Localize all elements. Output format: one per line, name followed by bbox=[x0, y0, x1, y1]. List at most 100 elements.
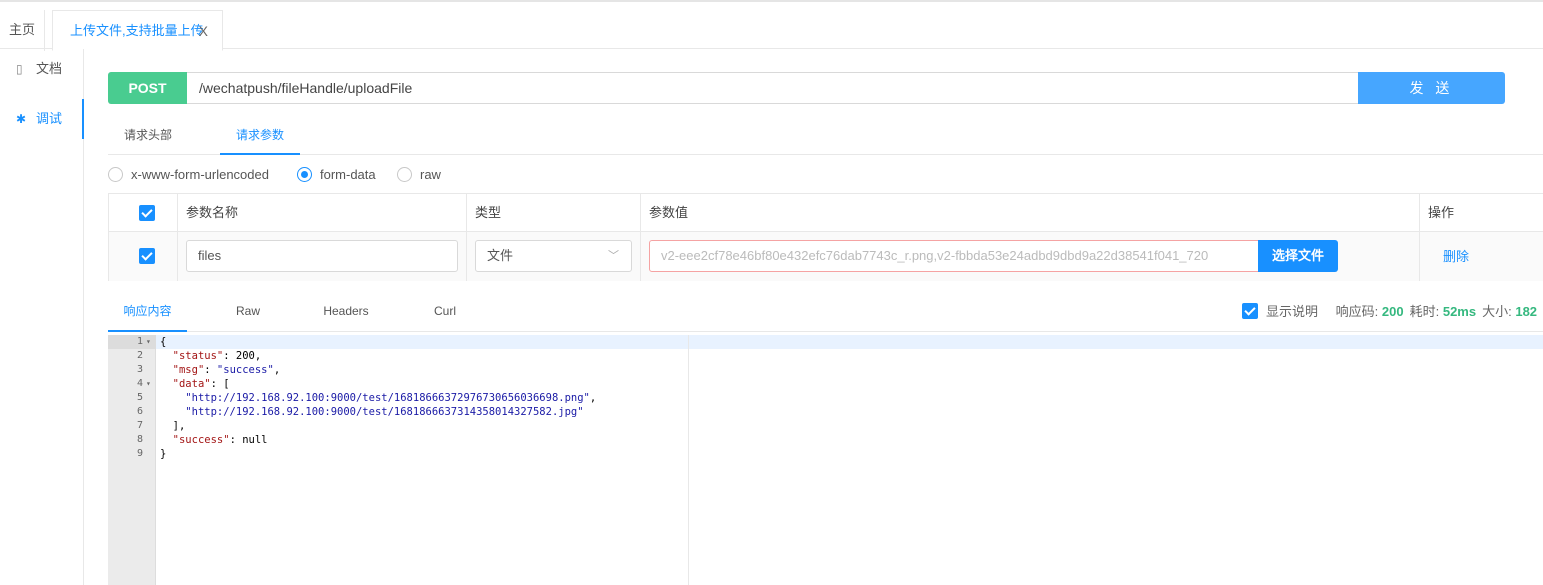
response-code-editor[interactable]: 1 ▾ { 2 "status": 200, 3 "msg": "success… bbox=[108, 335, 1543, 585]
tab-upload-file-label: 上传文件,支持批量上传 bbox=[70, 23, 204, 38]
response-size-value: 182 bbox=[1515, 304, 1538, 319]
choose-file-button[interactable]: 选择文件 bbox=[1258, 240, 1338, 272]
json-value: : null bbox=[229, 434, 268, 446]
json-value: : 200, bbox=[223, 350, 262, 362]
json-tail: , bbox=[589, 392, 597, 404]
radio-raw[interactable]: raw bbox=[397, 165, 441, 185]
json-key: "data" bbox=[172, 378, 211, 390]
response-tabs: 响应内容 Raw Headers Curl 显示说明 响应码: 200 耗时: 5… bbox=[108, 292, 1543, 332]
json-string: "http://192.168.92.100:9000/test/1681866… bbox=[185, 406, 584, 418]
radio-label: raw bbox=[420, 167, 441, 182]
response-meta: 显示说明 响应码: 200 耗时: 52ms 大小: 182 bbox=[1242, 292, 1543, 332]
tab-response-headers[interactable]: Headers bbox=[313, 292, 379, 332]
fold-toggle-icon[interactable]: ▾ bbox=[146, 377, 151, 391]
code-line: "success": null bbox=[160, 433, 268, 447]
code-line: "data": [ bbox=[160, 377, 230, 391]
code-line: { bbox=[160, 335, 166, 349]
tab-response-content[interactable]: 响应内容 bbox=[108, 292, 187, 332]
row-checkbox[interactable] bbox=[139, 248, 155, 264]
json-key: "success" bbox=[172, 434, 230, 446]
json-string: "http://192.168.92.100:9000/test/1681866… bbox=[185, 392, 590, 404]
code-text: { bbox=[160, 336, 167, 348]
editor-print-margin bbox=[688, 335, 689, 585]
tab-request-headers[interactable]: 请求头部 bbox=[108, 116, 188, 155]
column-header-value: 参数值 bbox=[649, 205, 689, 220]
radio-label: form-data bbox=[320, 167, 376, 182]
json-key: "msg" bbox=[172, 364, 205, 376]
column-header-param-name: 参数名称 bbox=[186, 205, 239, 220]
show-description-checkbox[interactable] bbox=[1242, 303, 1258, 319]
url-input[interactable]: /wechatpush/fileHandle/uploadFile bbox=[187, 72, 1359, 104]
code-line: "http://192.168.92.100:9000/test/1681866… bbox=[160, 391, 596, 405]
line-number: 7 bbox=[136, 420, 143, 431]
sidebar-item-docs[interactable]: ▯ 文档 bbox=[0, 49, 84, 89]
fold-toggle-icon[interactable]: ▾ bbox=[146, 335, 151, 349]
response-code-label: 响应码: bbox=[1335, 304, 1379, 319]
code-line: ], bbox=[160, 419, 186, 433]
json-key: "status" bbox=[172, 350, 224, 362]
line-number: 5 bbox=[136, 392, 143, 403]
json-sep: : bbox=[204, 364, 217, 376]
code-line: "http://192.168.92.100:9000/test/1681866… bbox=[160, 405, 584, 419]
code-text: ], bbox=[160, 420, 186, 432]
json-tail: , bbox=[273, 364, 281, 376]
radio-form-data[interactable]: form-data bbox=[297, 165, 376, 185]
params-table: 参数名称 类型 参数值 操作 files 文件 ﹀ v2-eee2cf78e46b… bbox=[108, 193, 1543, 281]
radio-circle-selected bbox=[297, 167, 312, 182]
response-time-value: 52ms bbox=[1442, 304, 1477, 319]
response-time-label: 耗时: bbox=[1409, 304, 1440, 319]
code-line: "msg": "success", bbox=[160, 363, 281, 377]
show-description-label: 显示说明 bbox=[1266, 304, 1319, 319]
column-divider bbox=[177, 194, 178, 281]
code-line: } bbox=[160, 447, 166, 461]
column-divider bbox=[640, 194, 641, 281]
param-type-value: 文件 bbox=[487, 248, 514, 263]
close-icon[interactable]: X bbox=[199, 11, 208, 51]
sidebar: ▯ 文档 ✱ 调试 bbox=[0, 49, 84, 585]
line-number: 2 bbox=[136, 350, 143, 361]
sidebar-item-label: 调试 bbox=[36, 111, 63, 126]
tab-response-raw[interactable]: Raw bbox=[218, 292, 278, 332]
delete-row-link[interactable]: 删除 bbox=[1443, 232, 1469, 281]
response-size-label: 大小: bbox=[1482, 304, 1512, 319]
radio-circle bbox=[108, 167, 123, 182]
bug-icon: ✱ bbox=[16, 112, 27, 126]
param-name-input[interactable]: files bbox=[186, 240, 458, 272]
code-line: "status": 200, bbox=[160, 349, 262, 363]
tab-upload-file[interactable]: 上传文件,支持批量上传 X bbox=[52, 10, 223, 51]
chevron-down-icon: ﹀ bbox=[608, 250, 619, 262]
request-tabs: 请求头部 请求参数 bbox=[108, 116, 1543, 155]
radio-circle bbox=[397, 167, 412, 182]
params-table-header: 参数名称 类型 参数值 操作 bbox=[109, 194, 1543, 232]
radio-x-www-form-urlencoded[interactable]: x-www-form-urlencoded bbox=[108, 165, 269, 185]
http-method-badge: POST bbox=[108, 72, 187, 104]
radio-label: x-www-form-urlencoded bbox=[131, 167, 269, 182]
param-type-select[interactable]: 文件 ﹀ bbox=[475, 240, 632, 272]
json-string: "success" bbox=[216, 364, 274, 376]
column-header-type: 类型 bbox=[475, 205, 502, 220]
column-divider bbox=[466, 194, 467, 281]
line-number: 6 bbox=[136, 406, 143, 417]
param-value-input[interactable]: v2-eee2cf78e46bf80e432efc76dab7743c_r.pn… bbox=[649, 240, 1261, 272]
line-number: 3 bbox=[136, 364, 143, 375]
request-url-bar: POST /wechatpush/fileHandle/uploadFile 发… bbox=[108, 72, 1505, 104]
tab-request-params[interactable]: 请求参数 bbox=[220, 116, 300, 155]
tab-home[interactable]: 主页 bbox=[0, 10, 45, 51]
code-text: } bbox=[160, 448, 167, 460]
select-all-checkbox[interactable] bbox=[139, 205, 155, 221]
column-divider bbox=[1419, 194, 1420, 281]
tab-home-label: 主页 bbox=[9, 22, 36, 37]
response-code-value: 200 bbox=[1381, 304, 1404, 319]
line-number: 8 bbox=[136, 434, 143, 445]
top-tab-bar: 主页 上传文件,支持批量上传 X bbox=[0, 0, 1543, 51]
tab-response-curl[interactable]: Curl bbox=[424, 292, 466, 332]
send-button[interactable]: 发 送 bbox=[1358, 72, 1505, 104]
document-icon: ▯ bbox=[16, 62, 23, 76]
table-row: files 文件 ﹀ v2-eee2cf78e46bf80e432efc76dab… bbox=[109, 232, 1543, 281]
sidebar-item-debug[interactable]: ✱ 调试 bbox=[0, 99, 84, 139]
line-number: 1 bbox=[136, 336, 143, 347]
line-number: 9 bbox=[136, 448, 143, 459]
column-header-action: 操作 bbox=[1428, 205, 1455, 220]
sidebar-item-label: 文档 bbox=[36, 61, 63, 76]
line-number: 4 bbox=[136, 378, 143, 389]
